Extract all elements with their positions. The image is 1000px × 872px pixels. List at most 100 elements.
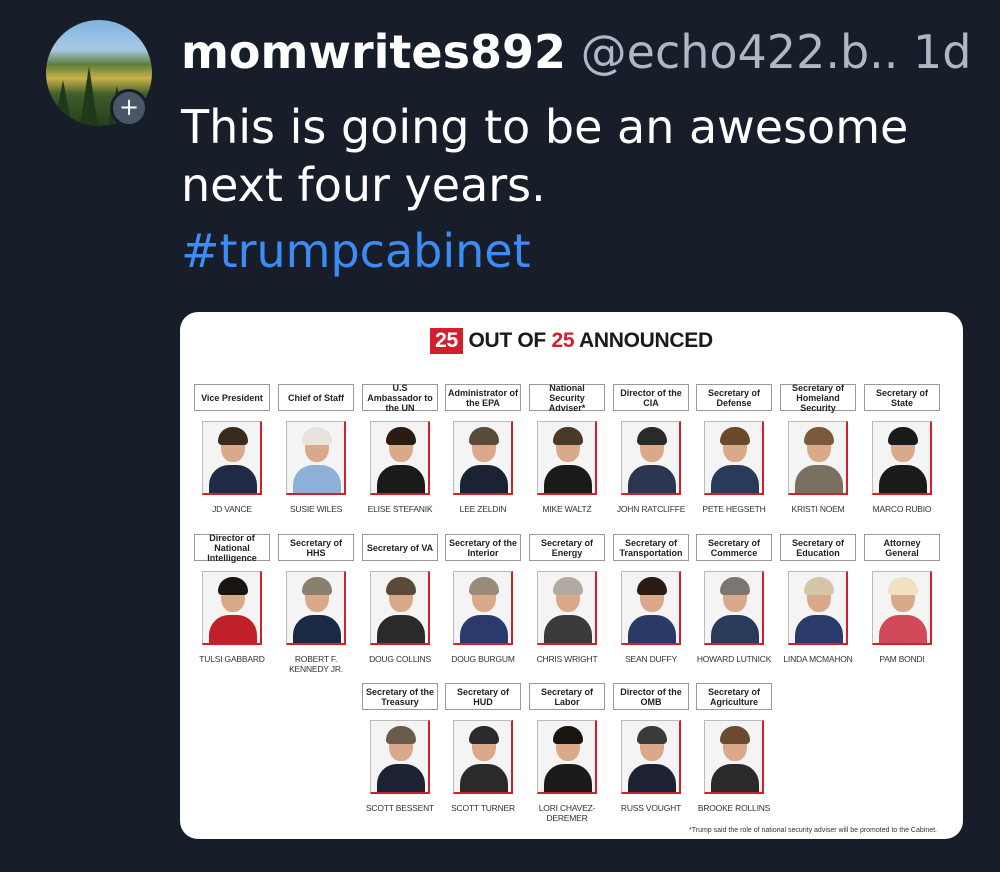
card-title: 25 OUT OF 25 ANNOUNCED (180, 328, 963, 354)
member-name: ELISE STEFANIK (367, 504, 433, 514)
member-name: SUSIE WILES (289, 504, 343, 514)
member-photo (704, 421, 764, 495)
member-role: Secretary of Commerce (696, 534, 772, 561)
title-count: 25 (551, 329, 575, 352)
member-photo (621, 720, 681, 794)
member-name: LINDA MCMAHON (783, 654, 853, 664)
member-photo (286, 421, 346, 495)
member-role: Secretary of the Treasury (362, 683, 438, 710)
member-role: Vice President (194, 384, 270, 411)
cabinet-member-card: Secretary of Transportation SEAN DUFFY (611, 534, 691, 664)
cabinet-member-card: National Security Adviser* MIKE WALTZ (527, 383, 607, 514)
post-header: momwrites892 @echo422.b.. 1d (181, 24, 972, 80)
member-name: RUSS VOUGHT (620, 803, 682, 813)
cabinet-member-card: Administrator of the EPA LEE ZELDIN (443, 384, 523, 514)
member-role: Secretary of HUD (445, 683, 521, 710)
username[interactable]: momwrites892 (181, 25, 566, 79)
member-role: Director of the CIA (613, 384, 689, 411)
member-name: CHRIS WRIGHT (536, 654, 598, 664)
member-name: LEE ZELDIN (459, 504, 507, 514)
post-text: This is going to be an awesome next four… (181, 100, 909, 212)
member-name: TULSI GABBARD (199, 654, 265, 664)
cabinet-member-card: Director of National Intelligence TULSI G… (192, 533, 272, 664)
member-role: U.S Ambassador to the UN (362, 383, 438, 413)
member-photo (872, 421, 932, 495)
member-name: KRISTI NOEM (791, 504, 845, 514)
member-name: JOHN RATCLIFFE (616, 504, 686, 514)
member-photo (286, 571, 346, 645)
post-time: 1d (913, 25, 972, 79)
member-role: Chief of Staff (278, 384, 354, 411)
member-photo (704, 720, 764, 794)
member-name: LORI CHAVEZ-DEREMER (538, 803, 596, 823)
cabinet-member-card: Secretary of the Treasury SCOTT BESSENT (360, 683, 440, 813)
member-photo (621, 571, 681, 645)
member-photo (202, 571, 262, 645)
cabinet-member-card: Secretary of VA DOUG COLLINS (360, 534, 440, 664)
member-photo (537, 421, 597, 495)
member-name: SEAN DUFFY (625, 654, 677, 664)
member-photo (370, 571, 430, 645)
member-role: Secretary of HHS (278, 534, 354, 561)
member-role: Director of National Intelligence (194, 533, 270, 563)
member-photo (537, 720, 597, 794)
handle[interactable]: @echo422.b.. (581, 25, 899, 79)
cabinet-member-card: Secretary of HHS ROBERT F. KENNEDY JR. (276, 534, 356, 674)
footnote: *Trump said the role of national securit… (689, 827, 937, 834)
member-name: DOUG COLLINS (369, 654, 431, 664)
embedded-image-card[interactable]: 25 OUT OF 25 ANNOUNCED Vice President JD … (180, 312, 963, 839)
member-role: Secretary of Transportation (613, 534, 689, 561)
member-role: Secretary of Labor (529, 683, 605, 710)
cabinet-member-card: U.S Ambassador to the UN ELISE STEFANIK (360, 383, 440, 514)
member-role: Secretary of the Interior (445, 534, 521, 561)
member-photo (788, 421, 848, 495)
member-name: HOWARD LUTNICK (696, 654, 772, 664)
member-name: PAM BONDI (879, 654, 925, 664)
member-photo (704, 571, 764, 645)
member-role: Secretary of VA (362, 534, 438, 561)
member-photo (788, 571, 848, 645)
member-role: Secretary of State (864, 384, 940, 411)
member-photo (453, 720, 513, 794)
cabinet-member-card: Secretary of Labor LORI CHAVEZ-DEREMER (527, 683, 607, 823)
cabinet-member-card: Secretary of HUD SCOTT TURNER (443, 683, 523, 813)
member-name: ROBERT F. KENNEDY JR. (289, 654, 343, 674)
member-role: Secretary of Homeland Security (780, 383, 856, 413)
member-role: Secretary of Agriculture (696, 683, 772, 710)
member-role: Secretary of Education (780, 534, 856, 561)
cabinet-member-card: Director of the OMB RUSS VOUGHT (611, 683, 691, 813)
cabinet-member-card: Director of the CIA JOHN RATCLIFFE (611, 384, 691, 514)
cabinet-member-card: Secretary of Education LINDA MCMAHON (778, 534, 858, 664)
member-name: SCOTT BESSENT (365, 803, 435, 813)
member-photo (453, 421, 513, 495)
member-photo (872, 571, 932, 645)
cabinet-member-card: Attorney General PAM BONDI (862, 534, 942, 664)
cabinet-member-card: Secretary of Agriculture BROOKE ROLLINS (694, 683, 774, 813)
member-photo (202, 421, 262, 495)
member-name: PETE HEGSETH (702, 504, 766, 514)
cabinet-member-card: Secretary of Homeland Security KRISTI NOE… (778, 383, 858, 514)
title-end: ANNOUNCED (579, 329, 713, 352)
cabinet-member-card: Secretary of Energy CHRIS WRIGHT (527, 534, 607, 664)
member-role: Administrator of the EPA (445, 384, 521, 411)
member-role: Director of the OMB (613, 683, 689, 710)
member-name: MIKE WALTZ (542, 504, 592, 514)
member-photo (537, 571, 597, 645)
member-name: DOUG BURGUM (451, 654, 515, 664)
member-photo (370, 720, 430, 794)
member-name: MARCO RUBIO (872, 504, 932, 514)
cabinet-member-card: Secretary of State MARCO RUBIO (862, 384, 942, 514)
title-mid: OUT OF (468, 329, 546, 352)
cabinet-member-card: Chief of Staff SUSIE WILES (276, 384, 356, 514)
follow-plus-icon[interactable]: + (110, 89, 148, 127)
cabinet-member-card: Secretary of the Interior DOUG BURGUM (443, 534, 523, 664)
member-role: National Security Adviser* (529, 383, 605, 413)
member-name: BROOKE ROLLINS (697, 803, 771, 813)
member-role: Secretary of Energy (529, 534, 605, 561)
hashtag-link[interactable]: #trumpcabinet (181, 222, 531, 280)
member-name: SCOTT TURNER (451, 803, 515, 813)
cabinet-member-card: Vice President JD VANCE (192, 384, 272, 514)
count-badge: 25 (430, 328, 463, 354)
member-role: Attorney General (864, 534, 940, 561)
member-photo (621, 421, 681, 495)
